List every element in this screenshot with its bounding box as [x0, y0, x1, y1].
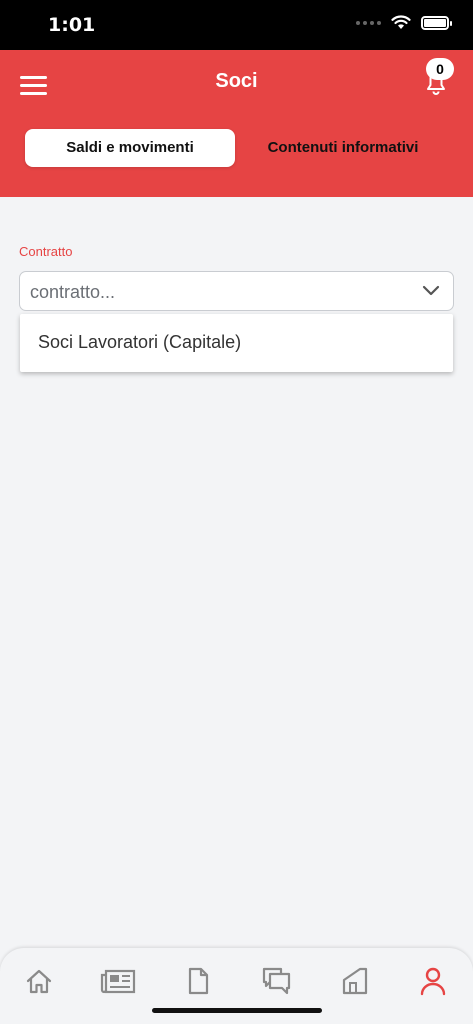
home-indicator	[152, 1008, 322, 1013]
wifi-icon	[391, 15, 411, 29]
tab-saldi-e-movimenti[interactable]: Saldi e movimenti	[25, 129, 235, 167]
status-time: 1:01	[48, 14, 96, 36]
document-icon[interactable]	[183, 966, 213, 996]
newspaper-icon[interactable]	[100, 966, 136, 996]
chevron-down-icon	[422, 285, 440, 296]
contract-placeholder: contratto...	[30, 282, 116, 302]
status-bar: 1:01	[0, 0, 473, 50]
house-door-icon[interactable]	[340, 966, 370, 996]
battery-icon	[421, 15, 452, 30]
home-icon[interactable]	[24, 966, 54, 996]
dropdown-option[interactable]: Soci Lavoratori (Capitale)	[38, 332, 241, 353]
page-title: Soci	[215, 70, 258, 92]
status-icons	[356, 15, 452, 30]
app-header: Soci 0 Saldi e movimenti Contenuti infor…	[0, 50, 473, 197]
signal-icon	[356, 20, 381, 25]
contract-select[interactable]: contratto...	[19, 271, 454, 311]
contract-dropdown: Soci Lavoratori (Capitale)	[20, 314, 453, 372]
tab-contenuti-informativi[interactable]: Contenuti informativi	[245, 129, 441, 167]
user-icon[interactable]	[418, 966, 448, 996]
notification-badge: 0	[426, 58, 454, 80]
tab-bar: Saldi e movimenti Contenuti informativi	[0, 129, 473, 169]
contract-label: Contratto	[19, 244, 73, 259]
chat-icon[interactable]	[261, 966, 293, 996]
